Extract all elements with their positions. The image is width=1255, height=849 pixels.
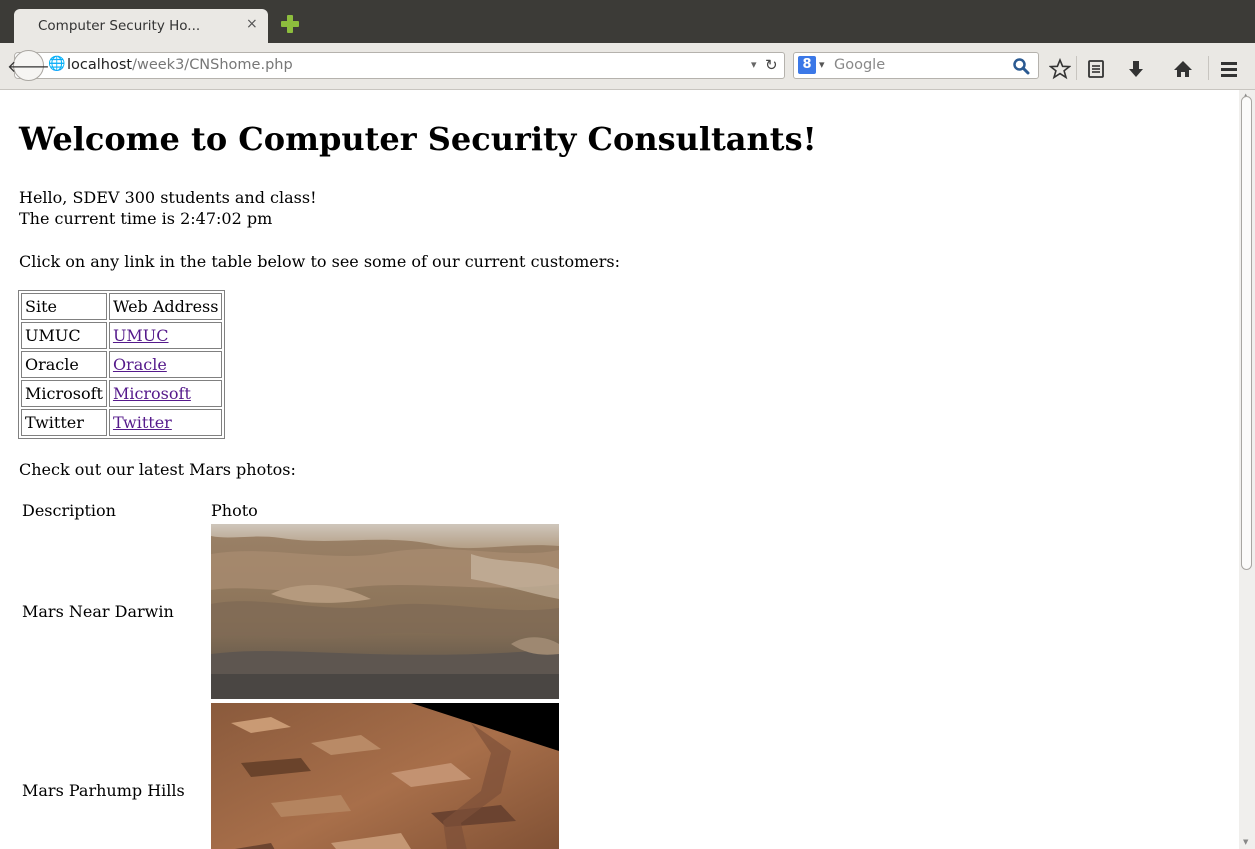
site-name-cell: Twitter bbox=[21, 409, 107, 436]
table-row: Mars Near Darwin bbox=[21, 523, 560, 700]
back-arrow-icon[interactable]: 🡐 bbox=[7, 50, 50, 81]
search-engine-icon[interactable]: 8 bbox=[798, 56, 816, 74]
table-header-row: Site Web Address bbox=[21, 293, 223, 320]
url-path: /week3/CNShome.php bbox=[132, 57, 293, 73]
scroll-down-arrow-icon[interactable]: ▼ bbox=[1243, 838, 1248, 846]
globe-icon: 🌐 bbox=[48, 56, 66, 72]
search-bar[interactable]: 8 ▾ Google bbox=[793, 52, 1039, 79]
greeting-text: Hello, SDEV 300 students and class! bbox=[19, 188, 317, 207]
search-engine-dropdown-icon[interactable]: ▾ bbox=[819, 58, 825, 71]
customer-link-twitter[interactable]: Twitter bbox=[113, 413, 172, 432]
mars-parhump-hills-photo bbox=[211, 703, 559, 849]
customers-table: Site Web Address UMUC UMUC Oracle Oracle… bbox=[18, 290, 226, 439]
mars-photos-table: Description Photo Mars Near Darwin Mars … bbox=[19, 498, 562, 849]
downloads-arrow-icon[interactable] bbox=[1125, 58, 1147, 80]
web-address-cell: UMUC bbox=[108, 322, 223, 349]
table-header-cell: Site bbox=[21, 293, 107, 320]
table-row: Mars Parhump Hills bbox=[21, 702, 560, 849]
photo-cell bbox=[210, 523, 560, 700]
search-input[interactable]: Google bbox=[834, 57, 885, 73]
customer-link-microsoft[interactable]: Microsoft bbox=[113, 384, 191, 403]
search-icon[interactable] bbox=[1012, 57, 1030, 75]
table-header-cell: Web Address bbox=[108, 293, 223, 320]
url-host: localhost bbox=[67, 57, 133, 73]
tab-title: Computer Security Ho... bbox=[38, 18, 201, 34]
tab-close-icon[interactable]: × bbox=[246, 16, 258, 32]
vertical-scrollbar[interactable]: ▲ ▼ bbox=[1239, 90, 1255, 849]
page-content: Welcome to Computer Security Consultants… bbox=[0, 90, 1239, 849]
web-address-cell: Twitter bbox=[108, 409, 223, 436]
site-name-cell: Microsoft bbox=[21, 380, 107, 407]
toolbar-separator bbox=[1208, 56, 1209, 80]
reload-icon[interactable]: ↻ bbox=[765, 56, 778, 74]
browser-tab[interactable]: Computer Security Ho... × bbox=[14, 9, 268, 43]
new-tab-plus-icon[interactable] bbox=[280, 14, 300, 34]
toolbar-separator bbox=[1076, 56, 1077, 80]
browser-navbar: 🡐 🌐 localhost/week3/CNShome.php ▾ ↻ 8 ▾ … bbox=[0, 43, 1255, 90]
hamburger-menu-icon[interactable] bbox=[1218, 58, 1240, 80]
web-address-cell: Oracle bbox=[108, 351, 223, 378]
table-row: Oracle Oracle bbox=[21, 351, 223, 378]
table-intro-text: Click on any link in the table below to … bbox=[19, 252, 620, 271]
table-row: Microsoft Microsoft bbox=[21, 380, 223, 407]
customer-link-oracle[interactable]: Oracle bbox=[113, 355, 167, 374]
page-heading: Welcome to Computer Security Consultants… bbox=[19, 120, 817, 158]
url-text[interactable]: localhost/week3/CNShome.php bbox=[67, 57, 293, 73]
photos-intro-text: Check out our latest Mars photos: bbox=[19, 460, 296, 479]
photo-description-cell: Mars Parhump Hills bbox=[22, 781, 185, 800]
url-bar[interactable]: 🡐 🌐 localhost/week3/CNShome.php ▾ ↻ bbox=[7, 50, 785, 81]
web-address-cell: Microsoft bbox=[108, 380, 223, 407]
home-icon[interactable] bbox=[1172, 58, 1194, 80]
table-header-cell: Photo bbox=[211, 501, 258, 520]
table-row: UMUC UMUC bbox=[21, 322, 223, 349]
bookmarks-menu-icon[interactable] bbox=[1085, 58, 1107, 80]
bookmark-star-icon[interactable] bbox=[1049, 58, 1071, 80]
scrollbar-thumb[interactable] bbox=[1241, 96, 1252, 570]
table-header-cell: Description bbox=[22, 501, 116, 520]
browser-titlebar: Computer Security Ho... × bbox=[0, 0, 1255, 43]
table-header-row: Description Photo bbox=[21, 500, 560, 521]
photo-description-cell: Mars Near Darwin bbox=[22, 602, 174, 621]
site-name-cell: Oracle bbox=[21, 351, 107, 378]
mars-near-darwin-photo bbox=[211, 524, 559, 699]
url-history-dropdown-icon[interactable]: ▾ bbox=[751, 58, 757, 71]
table-row: Twitter Twitter bbox=[21, 409, 223, 436]
current-time-text: The current time is 2:47:02 pm bbox=[19, 209, 273, 228]
photo-cell bbox=[210, 702, 560, 849]
site-name-cell: UMUC bbox=[21, 322, 107, 349]
customer-link-umuc[interactable]: UMUC bbox=[113, 326, 169, 345]
